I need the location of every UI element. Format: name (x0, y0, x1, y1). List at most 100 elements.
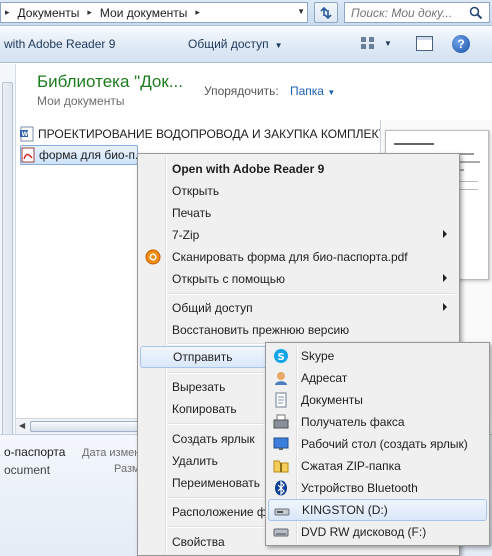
arrange-by-value: Папка (290, 84, 324, 98)
menu-item-label: Удалить (172, 454, 218, 468)
submenu-arrow-icon (443, 274, 447, 282)
menu-item-label: 7-Zip (172, 228, 200, 242)
address-history-dropdown-icon[interactable]: ▼ (297, 7, 305, 16)
breadcrumb-my-documents[interactable]: Мои документы (96, 3, 191, 22)
nav-scrollbar[interactable] (2, 82, 13, 462)
chevron-right-icon[interactable]: ▸ (83, 7, 96, 18)
file-name: ПРОЕКТИРОВАНИЕ ВОДОПРОВОДА И ЗАКУПКА КОМ… (38, 127, 386, 141)
menu-item-label: Открыть (172, 184, 220, 198)
menu-item-restore-versions[interactable]: Восстановить прежнюю версию (140, 319, 457, 341)
menu-item-label: Open with Adobe Reader 9 (172, 162, 325, 176)
menu-item-label: Расположение ф (172, 505, 267, 519)
send-to-dvd-drive[interactable]: DVD RW дисковод (F:) (268, 521, 487, 543)
breadcrumb-overflow-icon[interactable]: ▸ (1, 7, 14, 18)
submenu-arrow-icon (443, 303, 447, 311)
address-bar[interactable]: ▸ Документы ▸ Мои документы ▸ ▼ (0, 2, 308, 23)
contact-icon (275, 372, 287, 385)
submenu-item-label: Сжатая ZIP-папка (301, 459, 401, 473)
menu-item-label: Переименовать (172, 476, 260, 490)
menu-item-open-with-adobe[interactable]: Open with Adobe Reader 9 (140, 158, 457, 180)
refresh-icon (320, 6, 332, 19)
zip-folder-icon (273, 460, 289, 473)
submenu-item-label: DVD RW дисковод (F:) (301, 525, 427, 539)
submenu-item-label: KINGSTON (D:) (302, 503, 388, 517)
list-item[interactable]: W ПРОЕКТИРОВАНИЕ ВОДОПРОВОДА И ЗАКУПКА К… (20, 124, 386, 144)
file-name: форма для био-п... (39, 148, 146, 162)
library-title: Библиотека "Док... (37, 72, 183, 91)
details-file-type: ocument (4, 463, 51, 477)
svg-text:S: S (278, 352, 285, 363)
menu-item-open-with[interactable]: Открыть с помощью (140, 268, 457, 290)
menu-item-label: Создать ярлык (172, 432, 255, 446)
documents-icon (275, 392, 287, 408)
menu-item-label: Свойства (172, 535, 225, 549)
word-doc-icon: W (20, 126, 34, 142)
change-view-button[interactable]: ▼ (361, 37, 392, 49)
send-to-submenu: S Skype Адресат Документы Получатель фак… (265, 342, 490, 546)
submenu-item-label: Рабочий стол (создать ярлык) (301, 437, 468, 451)
open-with-button[interactable]: with Adobe Reader 9 (4, 37, 115, 51)
address-bar-row: ▸ Документы ▸ Мои документы ▸ ▼ (0, 0, 492, 26)
desktop-icon (273, 437, 289, 450)
menu-item-label: Вырезать (172, 380, 226, 394)
list-item-selected[interactable]: форма для био-п... (20, 145, 145, 165)
chevron-down-icon: ▼ (384, 38, 392, 48)
submenu-item-label: Skype (301, 349, 335, 363)
skype-icon: S (274, 349, 288, 363)
navigation-pane (0, 64, 16, 462)
submenu-item-label: Адресат (301, 371, 348, 385)
menu-item-label: Открыть с помощью (172, 272, 286, 286)
send-to-bluetooth[interactable]: Устройство Bluetooth (268, 477, 487, 499)
details-size-label: Разм (114, 463, 140, 475)
dvd-drive-icon (273, 528, 289, 537)
arrange-by-dropdown[interactable]: Папка ▼ (290, 84, 335, 98)
command-bar: with Adobe Reader 9 Общий доступ ▼ ▼ ? (0, 27, 492, 63)
send-to-desktop-shortcut[interactable]: Рабочий стол (создать ярлык) (268, 433, 487, 455)
send-to-documents[interactable]: Документы (268, 389, 487, 411)
send-to-skype[interactable]: S Skype (268, 345, 487, 367)
search-input[interactable] (351, 5, 461, 20)
menu-item-label: Копировать (172, 402, 237, 416)
submenu-item-label: Устройство Bluetooth (301, 481, 418, 495)
fax-icon (273, 414, 289, 429)
menu-item-scan[interactable]: Сканировать форма для био-паспорта.pdf (140, 246, 457, 268)
menu-item-open[interactable]: Открыть (140, 180, 457, 202)
submenu-arrow-icon (443, 230, 447, 238)
arrange-by-label: Упорядочить: (204, 84, 279, 98)
share-label: Общий доступ (188, 37, 269, 51)
preview-pane-button[interactable] (416, 36, 433, 51)
usb-drive-icon (274, 508, 290, 516)
send-to-mail-recipient[interactable]: Адресат (268, 367, 487, 389)
chevron-down-icon: ▼ (327, 88, 336, 97)
chevron-down-icon: ▼ (274, 41, 283, 50)
menu-item-7zip[interactable]: 7-Zip (140, 224, 457, 246)
open-with-label: with Adobe Reader 9 (4, 37, 116, 51)
pdf-icon (21, 147, 35, 163)
search-field[interactable] (344, 2, 490, 23)
breadcrumb-documents[interactable]: Документы (14, 3, 84, 22)
menu-item-label: Сканировать форма для био-паспорта.pdf (172, 250, 408, 264)
chevron-right-icon[interactable]: ▸ (191, 7, 204, 18)
menu-item-label: Отправить (173, 350, 233, 364)
scroll-left-icon[interactable]: ◀ (19, 421, 25, 430)
view-grid-icon (361, 37, 374, 49)
help-icon[interactable]: ? (452, 35, 470, 53)
menu-item-label: Восстановить прежнюю версию (172, 323, 350, 337)
details-file-name: о-паспорта (4, 445, 66, 459)
search-icon[interactable] (469, 6, 483, 20)
menu-item-label: Печать (172, 206, 212, 220)
refresh-button[interactable] (314, 2, 338, 23)
library-subtitle: Мои документы (37, 94, 125, 108)
menu-item-print[interactable]: Печать (140, 202, 457, 224)
menu-item-share[interactable]: Общий доступ (140, 297, 457, 319)
svg-text:W: W (22, 131, 29, 138)
menu-separator (168, 293, 455, 295)
share-button[interactable]: Общий доступ ▼ (188, 37, 283, 51)
submenu-item-label: Документы (301, 393, 363, 407)
menu-item-label: Общий доступ (172, 301, 253, 315)
preview-line (394, 143, 434, 145)
send-to-zip-folder[interactable]: Сжатая ZIP-папка (268, 455, 487, 477)
send-to-fax-recipient[interactable]: Получатель факса (268, 411, 487, 433)
bluetooth-icon (275, 480, 287, 496)
send-to-kingston-drive[interactable]: KINGSTON (D:) (268, 499, 487, 521)
